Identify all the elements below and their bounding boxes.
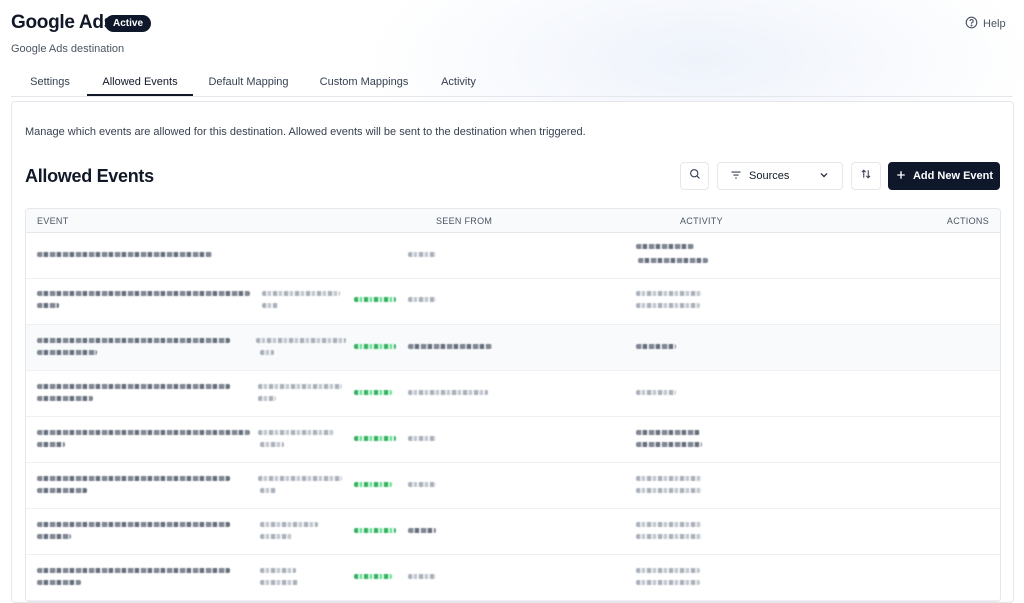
redacted-text xyxy=(37,252,212,257)
redacted-text xyxy=(354,297,396,302)
help-link[interactable]: Help xyxy=(965,16,1006,32)
redacted-text xyxy=(37,580,81,585)
column-header-activity: ACTIVITY xyxy=(680,216,723,226)
redacted-text xyxy=(354,574,392,579)
redacted-text xyxy=(354,482,392,487)
allowed-events-panel: Manage which events are allowed for this… xyxy=(11,101,1014,603)
column-header-seen-from: SEEN FROM xyxy=(436,216,493,226)
redacted-text xyxy=(408,390,488,395)
redacted-text xyxy=(37,384,230,389)
tab-bar: Settings Allowed Events Default Mapping … xyxy=(11,68,1013,97)
redacted-text xyxy=(354,436,396,441)
redacted-text xyxy=(636,244,694,249)
add-new-event-button[interactable]: Add New Event xyxy=(888,162,1000,190)
search-button[interactable] xyxy=(680,162,709,190)
redacted-text xyxy=(408,436,436,441)
table-row[interactable] xyxy=(26,371,1000,417)
events-table: EVENT SEEN FROM ACTIVITY ACTIONS xyxy=(25,208,1001,602)
tab-default-mapping[interactable]: Default Mapping xyxy=(200,68,297,95)
redacted-text xyxy=(260,442,284,447)
table-row[interactable] xyxy=(26,279,1000,325)
sort-icon xyxy=(860,167,872,185)
redacted-text xyxy=(256,338,346,343)
redacted-text xyxy=(37,396,93,401)
table-header: EVENT SEEN FROM ACTIVITY ACTIONS xyxy=(26,209,1000,233)
redacted-text xyxy=(37,534,71,539)
redacted-text xyxy=(260,568,296,573)
help-label: Help xyxy=(983,18,1006,30)
redacted-text xyxy=(260,350,274,355)
redacted-text xyxy=(37,442,65,447)
sort-button[interactable] xyxy=(851,162,881,190)
column-header-event: EVENT xyxy=(37,216,69,226)
redacted-text xyxy=(258,396,276,401)
section-description: Manage which events are allowed for this… xyxy=(25,126,586,138)
redacted-text xyxy=(37,338,230,343)
redacted-text xyxy=(408,297,436,302)
table-row[interactable] xyxy=(26,509,1000,555)
filter-icon xyxy=(730,169,742,184)
tab-activity[interactable]: Activity xyxy=(431,68,486,95)
page-title: Google Ads xyxy=(11,12,114,33)
redacted-text xyxy=(260,522,318,527)
redacted-text xyxy=(258,430,334,435)
redacted-text xyxy=(37,303,59,308)
table-row[interactable] xyxy=(26,555,1000,601)
redacted-text xyxy=(354,528,396,533)
redacted-text xyxy=(260,534,292,539)
redacted-text xyxy=(262,291,340,296)
redacted-text xyxy=(37,430,250,435)
redacted-text xyxy=(258,384,342,389)
redacted-text xyxy=(636,488,702,493)
redacted-text xyxy=(636,534,702,539)
redacted-text xyxy=(636,303,700,308)
redacted-text xyxy=(37,568,230,573)
section-title: Allowed Events xyxy=(25,166,154,186)
redacted-text xyxy=(636,442,702,447)
redacted-text xyxy=(638,258,708,263)
search-icon xyxy=(689,167,701,185)
page-subtitle: Google Ads destination xyxy=(11,43,125,55)
tab-allowed-events[interactable]: Allowed Events xyxy=(87,68,193,96)
table-row[interactable] xyxy=(26,325,1000,371)
column-header-actions: ACTIONS xyxy=(946,216,989,226)
redacted-text xyxy=(37,522,230,527)
redacted-text xyxy=(354,390,392,395)
table-row[interactable] xyxy=(26,463,1000,509)
redacted-text xyxy=(636,580,700,585)
plus-icon xyxy=(895,169,907,184)
sources-filter-dropdown[interactable]: Sources xyxy=(717,162,843,190)
redacted-text xyxy=(262,303,278,308)
table-row[interactable] xyxy=(26,233,1000,279)
tab-custom-mappings[interactable]: Custom Mappings xyxy=(313,68,415,95)
redacted-text xyxy=(408,344,492,349)
redacted-text xyxy=(408,574,436,579)
redacted-text xyxy=(408,482,436,487)
redacted-text xyxy=(37,476,230,481)
redacted-text xyxy=(408,528,436,533)
redacted-text xyxy=(636,568,700,573)
status-badge: Active xyxy=(105,15,152,32)
table-row[interactable] xyxy=(26,417,1000,463)
help-icon xyxy=(965,16,978,32)
redacted-text xyxy=(636,291,702,296)
redacted-text xyxy=(37,488,87,493)
redacted-text xyxy=(37,350,97,355)
redacted-text xyxy=(37,291,250,296)
sources-label: Sources xyxy=(749,170,790,182)
redacted-text xyxy=(258,476,342,481)
redacted-text xyxy=(636,390,676,395)
redacted-text xyxy=(636,522,702,527)
tab-settings[interactable]: Settings xyxy=(11,68,89,95)
redacted-text xyxy=(636,476,702,481)
redacted-text xyxy=(260,488,276,493)
add-new-event-label: Add New Event xyxy=(912,170,994,182)
chevron-down-icon xyxy=(818,169,830,184)
redacted-text xyxy=(408,252,436,257)
redacted-text xyxy=(354,344,396,349)
redacted-text xyxy=(260,580,298,585)
redacted-text xyxy=(636,430,700,435)
redacted-text xyxy=(636,344,676,349)
